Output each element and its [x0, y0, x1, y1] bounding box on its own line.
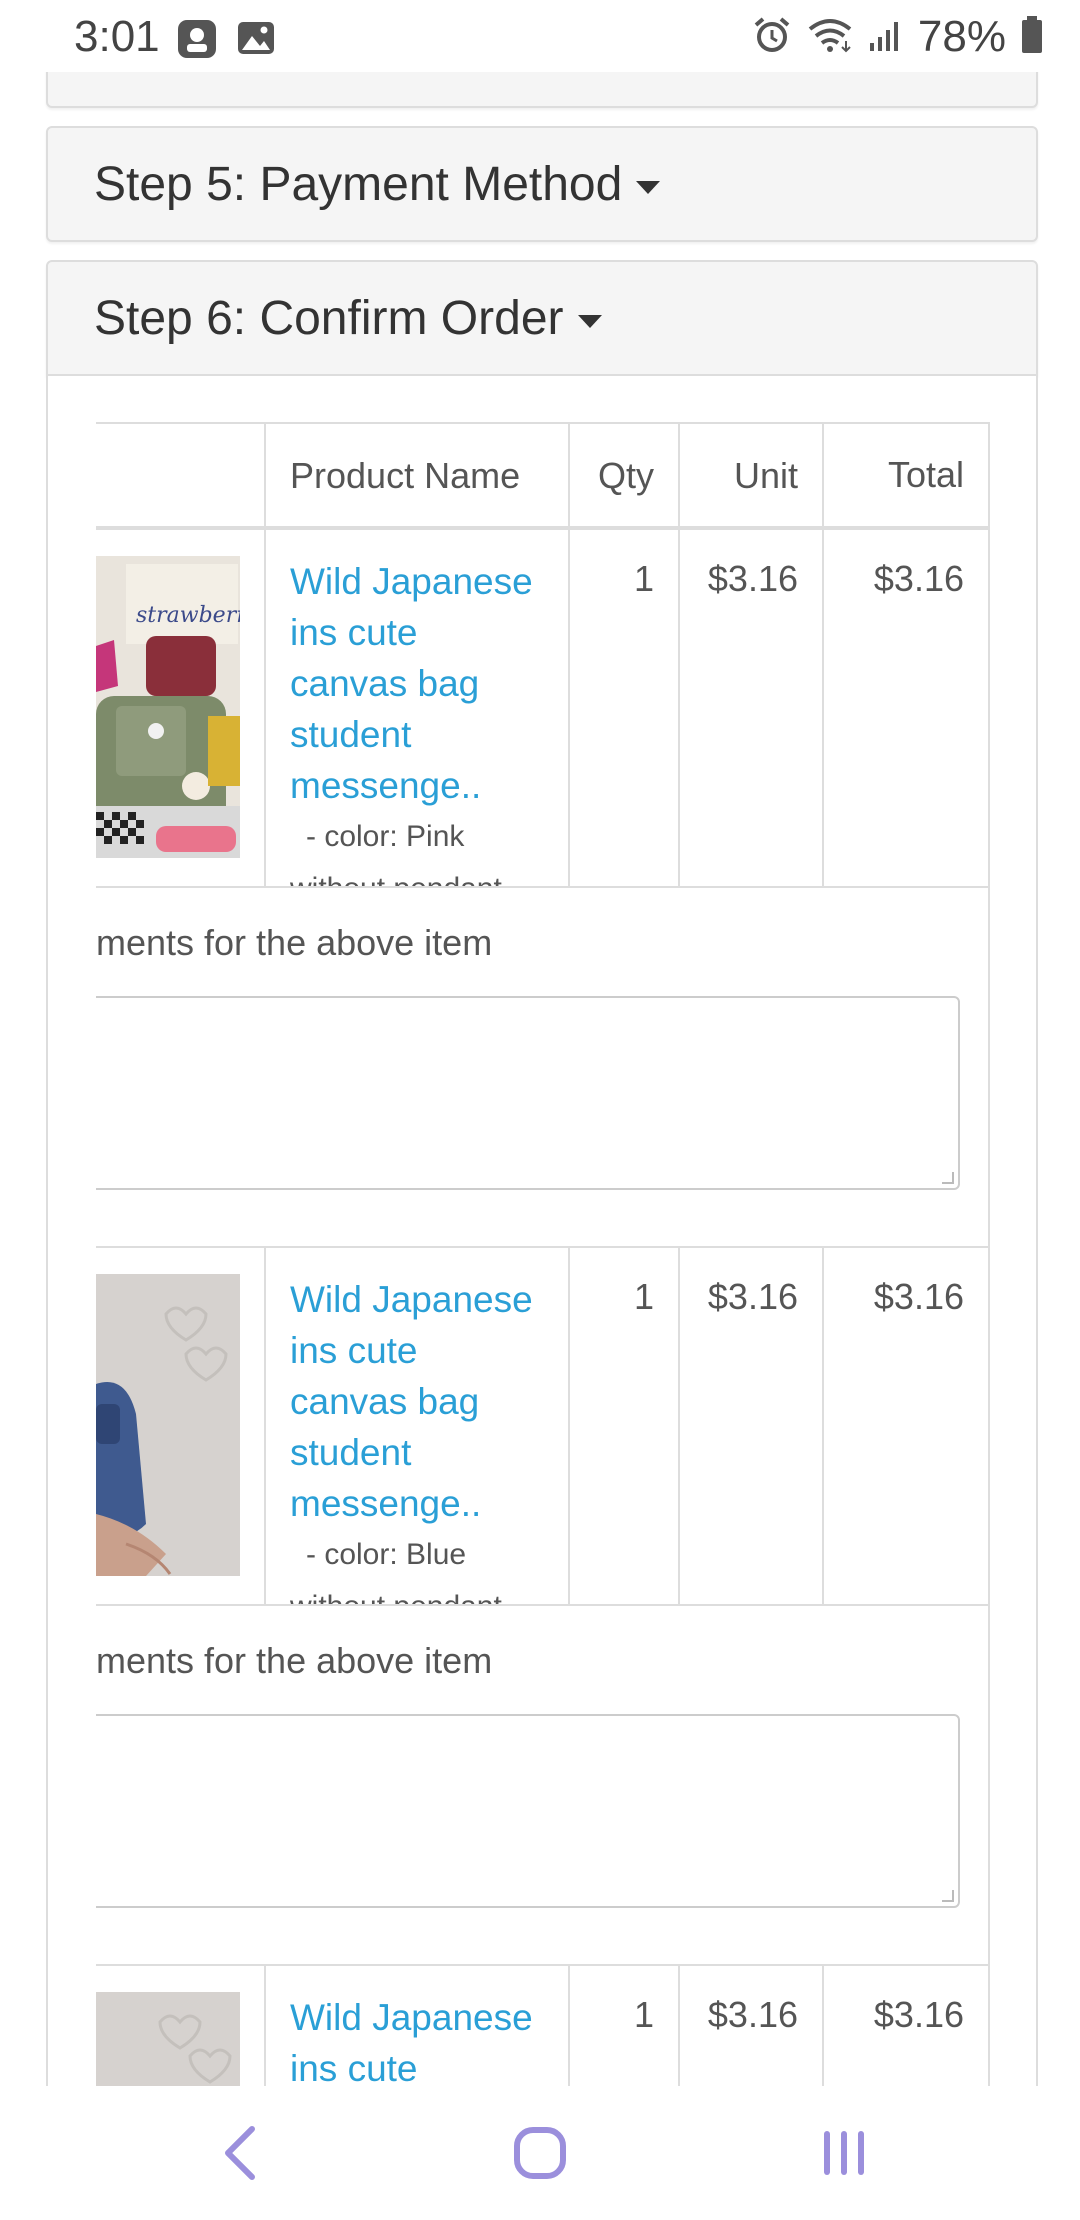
unit-price-cell: $3.16: [678, 528, 824, 888]
status-time: 3:01: [74, 12, 160, 61]
status-right: 78%: [752, 12, 1044, 62]
recent-apps-icon: [824, 2131, 864, 2175]
resize-handle-icon[interactable]: [942, 1890, 954, 1902]
back-button[interactable]: [200, 2116, 280, 2190]
caret-down-icon: [636, 180, 661, 194]
caret-down-icon: [577, 314, 602, 328]
comment-textarea[interactable]: [86, 1714, 960, 1908]
home-button[interactable]: [500, 2116, 580, 2190]
product-link[interactable]: Wild Japanese ins cute canvas bag studen…: [290, 1274, 544, 1529]
recent-apps-button[interactable]: [804, 2116, 884, 2190]
wifi-icon: [806, 15, 854, 60]
total-price-cell: $3.16: [822, 1246, 990, 1606]
product-image-cell: [94, 1964, 266, 2086]
product-name-cell: Wild Japanese ins cute canvas bag studen…: [264, 528, 570, 905]
step6-title: Step 6: Confirm Order: [94, 291, 564, 345]
navigation-bar: [0, 2086, 1080, 2220]
qty-cell: 1: [568, 1964, 680, 2086]
product-option: - color: Blue: [306, 1538, 467, 1571]
product-image-cell: [94, 1246, 266, 1606]
comment-row: ments for the above item: [86, 1604, 990, 1966]
unit-price-cell: $3.16: [678, 1246, 824, 1606]
svg-text:strawberry: strawberry: [136, 603, 240, 628]
total-price-cell: $3.16: [822, 528, 990, 888]
header-image-cell: [94, 422, 266, 530]
step6-panel-header[interactable]: Step 6: Confirm Order: [46, 260, 1038, 376]
product-image-cell: strawberry: [94, 528, 266, 888]
product-thumbnail[interactable]: [96, 1274, 240, 1576]
home-icon: [514, 2127, 566, 2179]
battery-icon: [1020, 15, 1044, 60]
product-link[interactable]: Wild Japanese ins cute canvas: [290, 1992, 544, 2086]
header-unit: Unit: [678, 422, 824, 530]
header-qty: Qty: [568, 422, 680, 530]
qty-cell: 1: [568, 1246, 680, 1606]
back-chevron-icon: [225, 2126, 255, 2180]
signal-icon: [868, 17, 904, 58]
header-total: Total: [822, 422, 990, 530]
product-name-cell: Wild Japanese ins cute canvas: [264, 1964, 570, 2086]
table-scroll-clip: [48, 422, 96, 2086]
comment-row: ments for the above item: [86, 886, 990, 1248]
qty-cell: 1: [568, 528, 680, 888]
comment-label: ments for the above item: [96, 922, 493, 963]
product-link[interactable]: Wild Japanese ins cute canvas bag studen…: [290, 556, 544, 811]
checkout-content: Step 5: Payment Method Step 6: Confirm O…: [0, 0, 1080, 2086]
total-price-cell: $3.16: [822, 1964, 990, 2086]
step5-panel-header[interactable]: Step 5: Payment Method: [46, 126, 1038, 242]
product-name-cell: Wild Japanese ins cute canvas bag studen…: [264, 1246, 570, 1623]
unit-price-cell: $3.16: [678, 1964, 824, 2086]
header-product-name: Product Name: [264, 422, 570, 530]
image-icon: [236, 18, 276, 63]
battery-percent: 78%: [917, 12, 1006, 61]
step5-title: Step 5: Payment Method: [94, 157, 623, 211]
product-thumbnail[interactable]: strawberry: [96, 556, 240, 858]
product-option: - color: Pink: [306, 820, 465, 853]
comment-label: ments for the above item: [96, 1640, 493, 1681]
notification-icon: [176, 18, 218, 65]
alarm-icon: [752, 15, 792, 60]
product-thumbnail[interactable]: [96, 1992, 240, 2086]
resize-handle-icon[interactable]: [942, 1172, 954, 1184]
comment-textarea[interactable]: [86, 996, 960, 1190]
status-bar: 3:01 78%: [0, 0, 1080, 72]
